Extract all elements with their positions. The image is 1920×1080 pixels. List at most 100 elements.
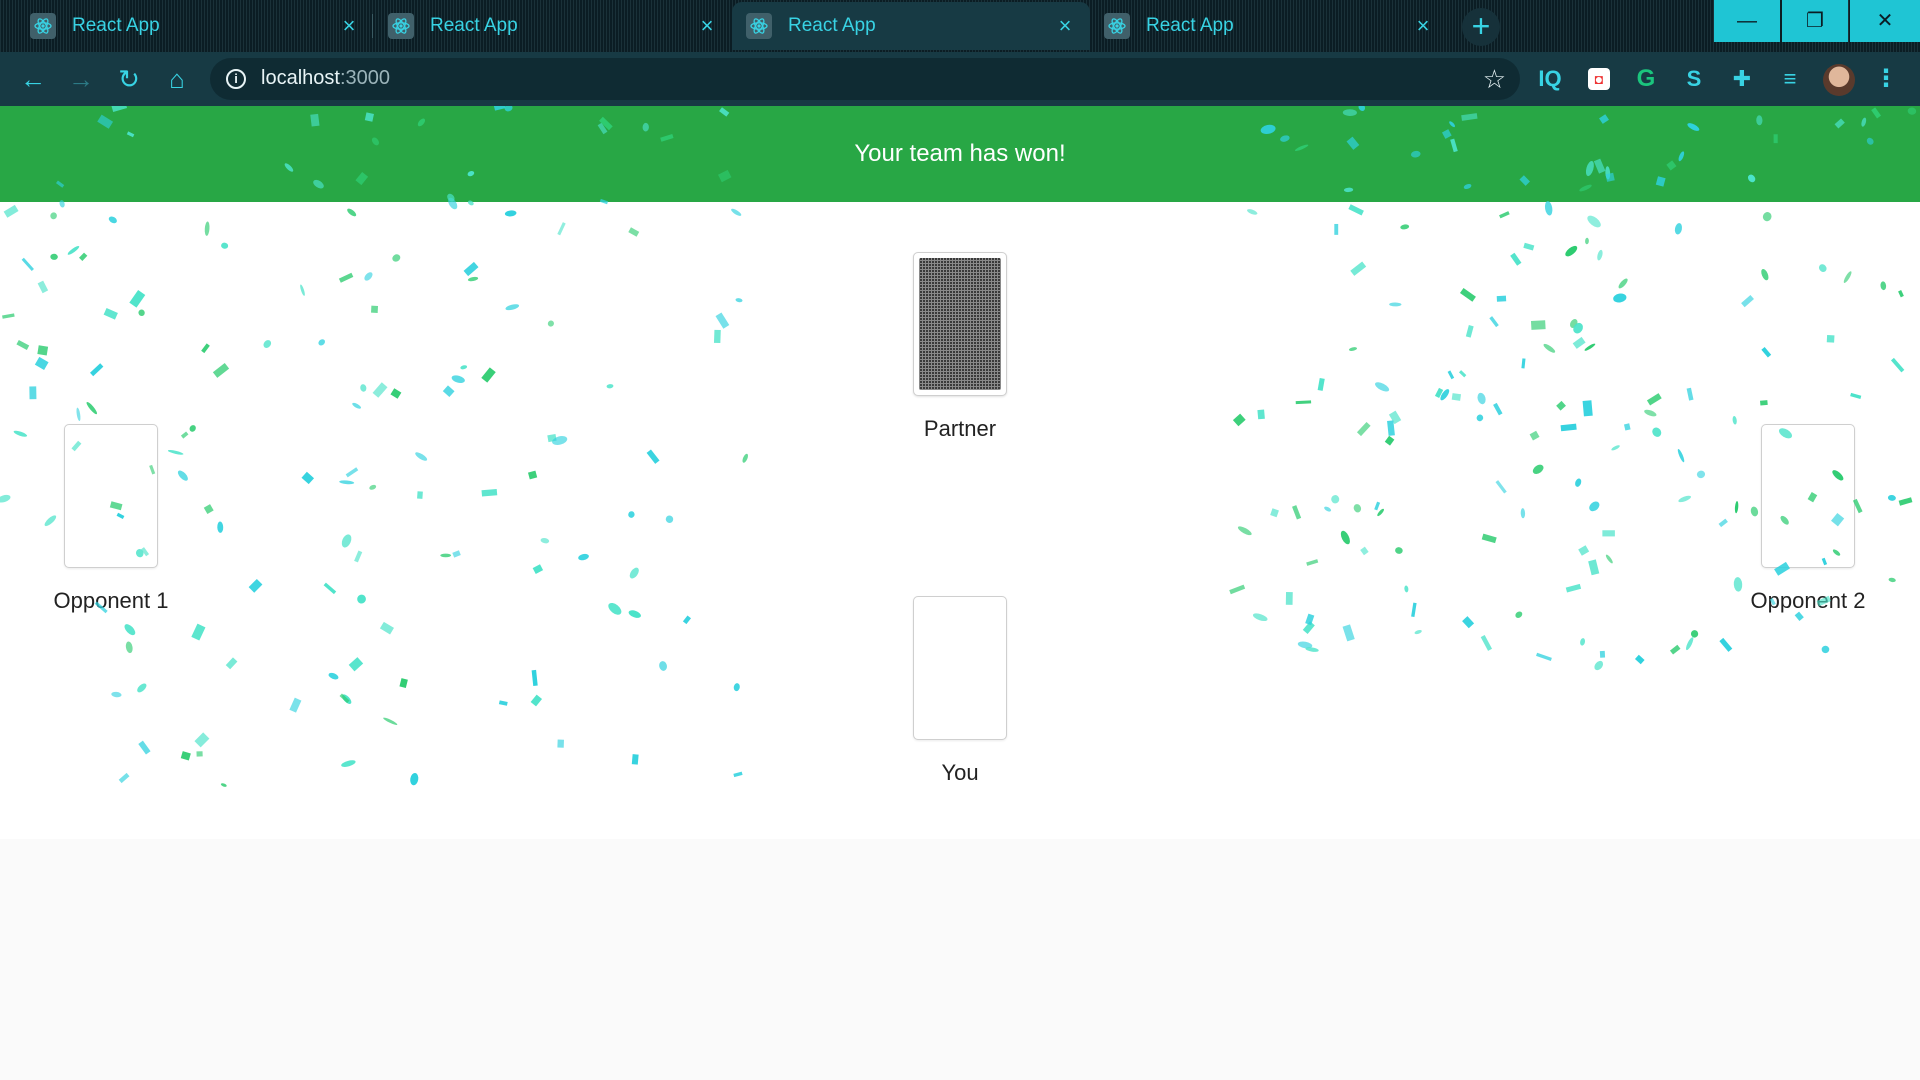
confetti-piece (1348, 347, 1358, 351)
confetti-piece (1297, 641, 1313, 649)
confetti-piece (1572, 336, 1586, 349)
new-tab-button[interactable]: + (1462, 8, 1500, 46)
confetti-piece (1582, 400, 1593, 417)
grammarly-extension-icon[interactable]: G (1632, 65, 1660, 93)
confetti-piece (201, 343, 210, 354)
confetti-piece (481, 367, 496, 383)
browser-tab[interactable]: React App × (1090, 2, 1448, 50)
opponent1-label: Opponent 1 (53, 588, 169, 613)
confetti-piece (137, 683, 147, 693)
react-icon (388, 13, 414, 39)
confetti-piece (606, 384, 614, 389)
confetti-piece (221, 242, 229, 249)
confetti-piece (1521, 358, 1526, 369)
confetti-piece (1414, 629, 1422, 635)
confetti-piece (1761, 268, 1769, 281)
minimize-button[interactable]: — (1714, 0, 1780, 42)
confetti-piece (1580, 638, 1586, 646)
confetti-piece (1678, 495, 1692, 503)
confetti-piece (341, 534, 352, 548)
puzzle-extension-icon[interactable]: ✚ (1728, 65, 1756, 93)
confetti-piece (1887, 494, 1896, 501)
confetti-piece (1690, 630, 1699, 638)
s-extension-icon[interactable]: S (1680, 65, 1708, 93)
confetti-piece (372, 382, 388, 398)
confetti-piece (1734, 501, 1739, 514)
confetti-piece (532, 564, 544, 574)
confetti-piece (1623, 423, 1631, 431)
profile-avatar[interactable] (1823, 64, 1855, 96)
bookmark-star-icon[interactable]: ☆ (1483, 64, 1506, 95)
confetti-piece (1353, 504, 1362, 513)
confetti-piece (1495, 480, 1507, 494)
confetti-piece (180, 751, 191, 761)
confetti-piece (1395, 547, 1403, 554)
confetti-piece (715, 312, 730, 329)
confetti-piece (1374, 501, 1381, 511)
confetti-piece (204, 221, 210, 236)
your-card-slot[interactable] (913, 596, 1007, 740)
confetti-piece (379, 621, 394, 635)
confetti-piece (339, 480, 355, 485)
page-background (0, 839, 1920, 1080)
browser-tab[interactable]: React App × (16, 2, 374, 50)
confetti-piece (1400, 224, 1410, 230)
confetti-piece (682, 615, 691, 625)
home-icon[interactable]: ⌂ (160, 62, 194, 96)
confetti-piece (76, 407, 81, 422)
confetti-piece (1515, 611, 1523, 618)
confetti-piece (451, 375, 465, 383)
confetti-piece (1898, 290, 1904, 298)
close-tab-icon[interactable]: × (1054, 15, 1076, 37)
address-bar[interactable]: i localhost:3000 ☆ (210, 58, 1520, 100)
confetti-piece (301, 471, 315, 485)
confetti-piece (628, 610, 641, 618)
media-queue-icon[interactable]: ≡ (1776, 65, 1804, 93)
confetti-piece (1342, 624, 1355, 642)
confetti-piece (1434, 387, 1444, 398)
confetti-piece (735, 298, 743, 303)
confetti-piece (1669, 644, 1681, 655)
site-info-icon[interactable]: i (226, 69, 246, 89)
confetti-piece (1292, 505, 1302, 520)
browser-tab[interactable]: React App × (374, 2, 732, 50)
confetti-piece (1578, 545, 1590, 556)
confetti-piece (1480, 634, 1493, 651)
confetti-piece (665, 515, 674, 523)
forward-icon[interactable]: → (64, 62, 98, 96)
confetti-piece (3, 204, 19, 218)
close-tab-icon[interactable]: × (1412, 15, 1434, 37)
confetti-piece (742, 453, 749, 463)
confetti-piece (504, 210, 517, 217)
confetti-piece (360, 384, 367, 392)
close-tab-icon[interactable]: × (696, 15, 718, 37)
close-window-button[interactable]: ✕ (1850, 0, 1920, 42)
maximize-button[interactable]: ❐ (1782, 0, 1848, 42)
close-tab-icon[interactable]: × (338, 15, 360, 37)
confetti-piece (191, 623, 206, 641)
confetti-piece (1510, 252, 1522, 266)
reload-icon[interactable]: ↻ (112, 62, 146, 96)
browser-tab-active[interactable]: React App × (732, 2, 1090, 50)
partner-label: Partner (923, 416, 997, 441)
confetti-piece (1458, 370, 1467, 378)
confetti-piece (263, 340, 272, 348)
confetti-piece (1305, 647, 1319, 652)
confetti-piece (328, 672, 339, 680)
pocket-extension-icon[interactable]: ◘ (1588, 68, 1610, 90)
confetti-piece (1843, 271, 1852, 283)
menu-kebab-icon[interactable]: ⋮ (1872, 65, 1900, 93)
confetti-piece (1589, 501, 1600, 512)
confetti-piece (1465, 325, 1474, 338)
confetti-piece (498, 700, 508, 706)
address-url[interactable]: localhost:3000 (261, 67, 390, 90)
confetti-piece (1898, 497, 1913, 506)
back-icon[interactable]: ← (16, 62, 50, 96)
confetti-piece (1246, 209, 1258, 215)
confetti-piece (1597, 249, 1603, 261)
confetti-piece (1686, 637, 1694, 651)
iq-extension-icon[interactable]: IQ (1536, 65, 1564, 93)
confetti-piece (1350, 261, 1367, 276)
tab-title: React App (72, 15, 160, 36)
confetti-piece (1719, 637, 1733, 652)
